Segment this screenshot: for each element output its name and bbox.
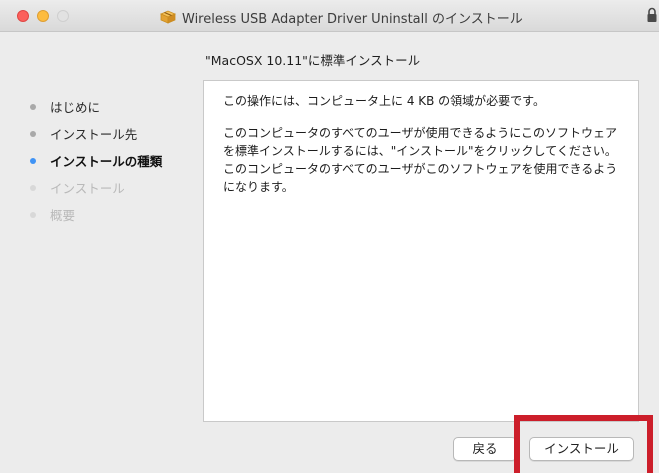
step-destination: インストール先 — [30, 120, 200, 147]
zoom-window-button[interactable] — [57, 10, 69, 22]
step-label: インストール — [50, 181, 125, 196]
step-installation-type: インストールの種類 — [30, 147, 200, 174]
step-label: はじめに — [50, 100, 101, 115]
install-subtitle: "MacOSX 10.11"に標準インストール — [205, 53, 421, 68]
close-window-button[interactable] — [17, 10, 29, 22]
step-installation: インストール — [30, 174, 200, 201]
step-dot-icon — [30, 103, 36, 110]
back-button[interactable]: 戻る — [453, 437, 517, 461]
title-bar: Wireless USB Adapter Driver Uninstall のイ… — [0, 0, 659, 32]
lock-icon — [647, 7, 657, 23]
step-label: 概要 — [50, 208, 76, 223]
disk-space-text: この操作には、コンピュータ上に 4 KB の領域が必要です。 — [223, 94, 545, 108]
step-dot-icon — [30, 130, 36, 137]
step-dot-icon — [30, 211, 36, 218]
window-title: Wireless USB Adapter Driver Uninstall のイ… — [182, 11, 523, 27]
step-summary: 概要 — [30, 201, 200, 228]
installer-window: Wireless USB Adapter Driver Uninstall のイ… — [0, 0, 659, 473]
install-description-text: このコンピュータのすべてのユーザが使用できるようにこのソフトウェアを標準インスト… — [223, 126, 618, 194]
step-dot-icon — [30, 157, 36, 164]
minimize-window-button[interactable] — [37, 10, 49, 22]
installer-steps: はじめに インストール先 インストールの種類 インストール 概要 — [30, 93, 200, 228]
content-pane: この操作には、コンピュータ上に 4 KB の領域が必要です。 このコンピュータの… — [203, 80, 639, 422]
step-dot-icon — [30, 184, 36, 191]
step-label: インストールの種類 — [50, 154, 163, 169]
window-title-group: Wireless USB Adapter Driver Uninstall のイ… — [160, 8, 523, 27]
install-button-highlight — [514, 415, 653, 473]
step-label: インストール先 — [50, 127, 138, 142]
package-icon — [160, 10, 176, 24]
step-introduction: はじめに — [30, 93, 200, 120]
